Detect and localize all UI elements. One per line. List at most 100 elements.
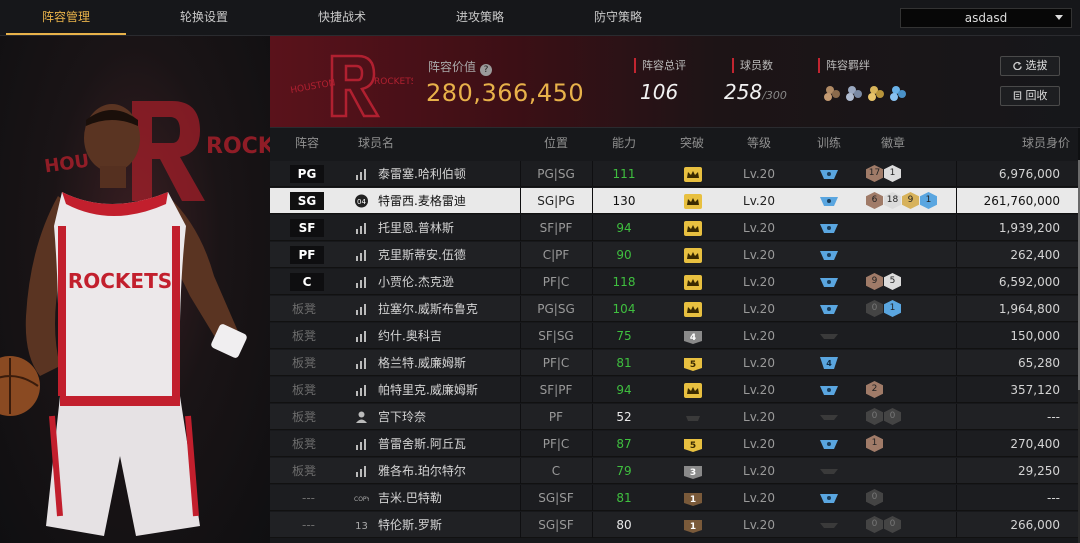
badge-silver[interactable]: 1 — [884, 165, 901, 182]
lineup-slot-empty[interactable]: --- — [302, 512, 315, 538]
training-icon[interactable] — [819, 194, 839, 208]
table-row[interactable]: 板凳 宫下玲奈 PF 52 Lv.20 0 0 --- — [270, 404, 1078, 430]
lineup-slot-badge[interactable]: PF — [290, 246, 324, 264]
player-name[interactable]: 吉米.巴特勒 — [378, 485, 442, 511]
table-row[interactable]: 板凳 格兰特.威廉姆斯 PF|C 81 5 Lv.20 4 65,280 — [270, 350, 1078, 376]
table-row[interactable]: 板凳 雅各布.珀尔特尔 C 79 3 Lv.20 29,250 — [270, 458, 1078, 484]
table-row[interactable]: --- COPY 吉米.巴特勒 SG|SF 81 1 Lv.20 0 --- — [270, 485, 1078, 511]
badge-blue[interactable]: 1 — [884, 300, 901, 317]
chemistry-icons[interactable] — [822, 82, 912, 104]
stats-bars-icon[interactable] — [354, 464, 369, 478]
badge-bronze[interactable]: 2 — [866, 381, 883, 398]
training-icon[interactable] — [819, 410, 839, 424]
stats-bars-icon[interactable] — [354, 356, 369, 370]
lineup-slot-bench[interactable]: 板凳 — [292, 350, 316, 376]
player-name[interactable]: 宫下玲奈 — [378, 404, 426, 430]
copy-card-icon[interactable]: COPY — [354, 491, 369, 505]
badge-dark[interactable]: 0 — [866, 300, 883, 317]
table-row[interactable]: SG 04 特雷西.麦格雷迪 SG|PG 130 Lv.20 6 18 9 1 261,760,00… — [270, 188, 1078, 214]
table-row[interactable]: SF 托里恩.普林斯 SF|PF 94 Lv.20 1,939,200 — [270, 215, 1078, 241]
lineup-slot-bench[interactable]: 板凳 — [292, 458, 316, 484]
badge-dark[interactable]: 0 — [866, 408, 883, 425]
lineup-slot-badge[interactable]: SF — [290, 219, 324, 237]
tab-lineup-management[interactable]: 阵容管理 — [6, 0, 126, 35]
tab-rotation-settings[interactable]: 轮换设置 — [144, 0, 264, 35]
lineup-slot-badge[interactable]: SG — [290, 192, 324, 210]
player-name[interactable]: 拉塞尔.威斯布鲁克 — [378, 296, 478, 322]
training-icon[interactable] — [819, 518, 839, 532]
player-name[interactable]: 约什.奥科吉 — [378, 323, 442, 349]
player-name[interactable]: 普雷舍斯.阿丘瓦 — [378, 431, 466, 457]
table-row[interactable]: PF 克里斯蒂安.伍德 C|PF 90 Lv.20 262,400 — [270, 242, 1078, 268]
stats-bars-icon[interactable] — [354, 383, 369, 397]
badge-bronze[interactable]: 6 — [866, 192, 883, 209]
player-name[interactable]: 托里恩.普林斯 — [378, 215, 454, 241]
stats-bars-icon[interactable] — [354, 437, 369, 451]
player-name[interactable]: 特伦斯.罗斯 — [378, 512, 442, 538]
stats-bars-icon[interactable] — [354, 221, 369, 235]
lineup-slot-badge[interactable]: PG — [290, 165, 324, 183]
training-icon[interactable] — [819, 464, 839, 478]
lineup-slot-bench[interactable]: 板凳 — [292, 431, 316, 457]
stats-bars-icon[interactable] — [354, 275, 369, 289]
badge-dark[interactable]: 0 — [884, 516, 901, 533]
svg-text:3: 3 — [690, 468, 696, 478]
training-icon[interactable] — [819, 221, 839, 235]
table-row[interactable]: --- 13 特伦斯.罗斯 SG|SF 80 1 Lv.20 0 0 266,000 — [270, 512, 1078, 538]
training-icon[interactable] — [819, 491, 839, 505]
table-row[interactable]: C 小贾伦.杰克逊 PF|C 118 Lv.20 9 5 6,592,000 — [270, 269, 1078, 295]
badge-dark[interactable]: 0 — [866, 489, 883, 506]
stats-bars-icon[interactable] — [354, 248, 369, 262]
training-level-icon[interactable]: 4 — [819, 356, 839, 370]
player-name[interactable]: 小贾伦.杰克逊 — [378, 269, 454, 295]
tab-quick-tactics[interactable]: 快捷战术 — [282, 0, 402, 35]
training-icon[interactable] — [819, 275, 839, 289]
svg-text:04: 04 — [357, 198, 366, 206]
training-icon[interactable] — [819, 167, 839, 181]
jersey-number-icon[interactable]: 04 — [354, 194, 369, 208]
lineup-slot-bench[interactable]: 板凳 — [292, 404, 316, 430]
badge-blue[interactable]: 1 — [920, 192, 937, 209]
player-name[interactable]: 帕特里克.威廉姆斯 — [378, 377, 478, 403]
lineup-slot-bench[interactable]: 板凳 — [292, 377, 316, 403]
badge-silver[interactable]: 5 — [884, 273, 901, 290]
player-name[interactable]: 特雷西.麦格雷迪 — [378, 188, 466, 214]
player-name[interactable]: 雅各布.珀尔特尔 — [378, 458, 466, 484]
lineup-slot-badge[interactable]: C — [290, 273, 324, 291]
table-row[interactable]: 板凳 普雷舍斯.阿丘瓦 PF|C 87 5 Lv.20 1 270,400 — [270, 431, 1078, 457]
person-icon[interactable] — [354, 410, 369, 424]
player-name[interactable]: 格兰特.威廉姆斯 — [378, 350, 466, 376]
training-icon[interactable] — [819, 383, 839, 397]
badge-dark[interactable]: 0 — [866, 516, 883, 533]
lineup-dropdown[interactable]: asdasd — [900, 8, 1072, 28]
badge-gold[interactable]: 9 — [902, 192, 919, 209]
break-level-icon: 5 — [684, 439, 702, 452]
player-name[interactable]: 泰雷塞.哈利伯顿 — [378, 161, 466, 187]
player-name[interactable]: 克里斯蒂安.伍德 — [378, 242, 466, 268]
lineup-slot-bench[interactable]: 板凳 — [292, 323, 316, 349]
training-icon[interactable] — [819, 302, 839, 316]
table-row[interactable]: 板凳 拉塞尔.威斯布鲁克 PG|SG 104 Lv.20 0 1 1,964,800 — [270, 296, 1078, 322]
training-icon[interactable] — [819, 437, 839, 451]
badge-bronze[interactable]: 17 — [866, 165, 883, 182]
help-icon[interactable]: ? — [480, 64, 493, 76]
badge-bronze[interactable]: 1 — [866, 435, 883, 452]
jersey-number-icon[interactable]: 13 — [354, 518, 369, 532]
table-row[interactable]: 板凳 帕特里克.威廉姆斯 SF|PF 94 Lv.20 2 357,120 — [270, 377, 1078, 403]
filter-button[interactable]: 选拔 — [1000, 56, 1060, 76]
badge-bronze[interactable]: 9 — [866, 273, 883, 290]
training-icon[interactable] — [819, 248, 839, 262]
tab-offense-strategy[interactable]: 进攻策略 — [420, 0, 540, 35]
stats-bars-icon[interactable] — [354, 329, 369, 343]
recycle-button[interactable]: 回收 — [1000, 86, 1060, 106]
lineup-slot-empty[interactable]: --- — [302, 485, 315, 511]
badge-dark[interactable]: 0 — [884, 408, 901, 425]
badge-silver[interactable]: 18 — [884, 192, 901, 209]
stats-bars-icon[interactable] — [354, 302, 369, 316]
training-icon[interactable] — [819, 329, 839, 343]
tab-defense-strategy[interactable]: 防守策略 — [558, 0, 678, 35]
stats-bars-icon[interactable] — [354, 167, 369, 181]
table-row[interactable]: 板凳 约什.奥科吉 SF|SG 75 4 Lv.20 150,000 — [270, 323, 1078, 349]
lineup-slot-bench[interactable]: 板凳 — [292, 296, 316, 322]
table-row[interactable]: PG 泰雷塞.哈利伯顿 PG|SG 111 Lv.20 17 1 6,976,000 — [270, 161, 1078, 187]
